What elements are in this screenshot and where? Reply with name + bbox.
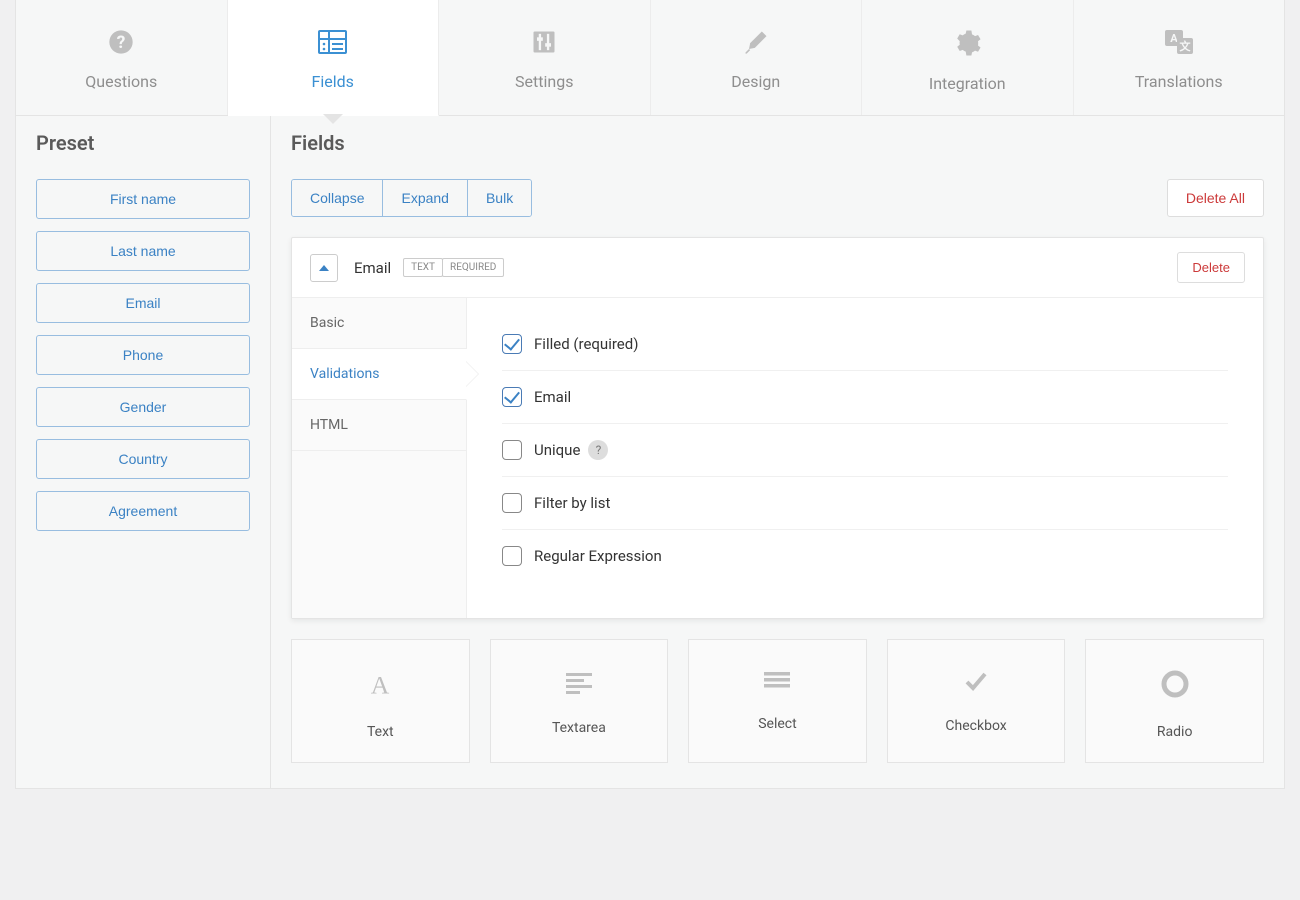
translate-icon: A文	[1163, 28, 1195, 60]
bulk-button[interactable]: Bulk	[468, 180, 531, 216]
checkbox-filled[interactable]	[502, 334, 522, 354]
select-icon	[762, 670, 792, 694]
tab-integration[interactable]: Integration	[862, 0, 1074, 115]
checkbox-filter[interactable]	[502, 493, 522, 513]
checkbox-icon	[963, 670, 989, 696]
preset-sidebar: Preset First name Last name Email Phone …	[16, 116, 271, 788]
gear-icon	[952, 28, 982, 62]
preset-gender[interactable]: Gender	[36, 387, 250, 427]
radio-icon	[1161, 670, 1189, 702]
tab-label: Design	[731, 72, 780, 91]
validation-regex: Regular Expression	[502, 530, 1228, 582]
preset-title: Preset	[36, 131, 250, 155]
field-card-email: Email TEXT REQUIRED Delete Basic Validat…	[291, 237, 1264, 619]
preset-agreement[interactable]: Agreement	[36, 491, 250, 531]
type-radio[interactable]: Radio	[1085, 639, 1264, 763]
help-icon[interactable]: ?	[588, 440, 608, 460]
tab-label: Translations	[1135, 72, 1223, 91]
tab-label: Integration	[929, 74, 1006, 93]
checkbox-email[interactable]	[502, 387, 522, 407]
content-title: Fields	[291, 131, 1264, 155]
field-type-badge: TEXT	[403, 258, 443, 277]
collapse-button[interactable]: Collapse	[292, 180, 383, 216]
tab-fields[interactable]: Fields	[228, 0, 440, 116]
subtab-html[interactable]: HTML	[292, 400, 466, 451]
tab-translations[interactable]: A文 Translations	[1074, 0, 1285, 115]
checkbox-unique[interactable]	[502, 440, 522, 460]
checkbox-regex[interactable]	[502, 546, 522, 566]
text-icon: A	[366, 670, 394, 702]
type-text[interactable]: A Text	[291, 639, 470, 763]
view-actions: Collapse Expand Bulk	[291, 179, 532, 217]
preset-country[interactable]: Country	[36, 439, 250, 479]
delete-all-button[interactable]: Delete All	[1167, 179, 1264, 217]
validations-panel: Filled (required) Email Unique ?	[467, 298, 1263, 618]
type-textarea[interactable]: Textarea	[490, 639, 669, 763]
tab-questions[interactable]: ? Questions	[16, 0, 228, 115]
question-icon: ?	[107, 28, 135, 60]
field-name: Email	[354, 259, 391, 277]
tab-label: Questions	[85, 72, 157, 91]
svg-text:文: 文	[1179, 39, 1191, 53]
type-checkbox[interactable]: Checkbox	[887, 639, 1066, 763]
expand-button[interactable]: Expand	[383, 180, 467, 216]
collapse-field-toggle[interactable]	[310, 254, 338, 282]
preset-phone[interactable]: Phone	[36, 335, 250, 375]
field-subtabs: Basic Validations HTML	[292, 298, 467, 618]
validation-filled: Filled (required)	[502, 318, 1228, 371]
textarea-icon	[564, 670, 594, 698]
sliders-icon	[530, 28, 558, 60]
field-header: Email TEXT REQUIRED Delete	[292, 238, 1263, 298]
svg-text:A: A	[371, 670, 390, 698]
form-fields-icon	[317, 28, 349, 60]
tab-label: Settings	[515, 72, 573, 91]
validation-unique: Unique ?	[502, 424, 1228, 477]
subtab-basic[interactable]: Basic	[292, 298, 466, 349]
fields-content: Fields Collapse Expand Bulk Delete All E…	[271, 116, 1284, 788]
tab-settings[interactable]: Settings	[439, 0, 651, 115]
preset-last-name[interactable]: Last name	[36, 231, 250, 271]
field-types-row: A Text Textarea Select	[291, 639, 1264, 763]
delete-field-button[interactable]: Delete	[1177, 252, 1245, 283]
validation-filter-by-list: Filter by list	[502, 477, 1228, 530]
field-required-badge: REQUIRED	[442, 258, 504, 277]
brush-icon	[742, 28, 770, 60]
preset-first-name[interactable]: First name	[36, 179, 250, 219]
type-select[interactable]: Select	[688, 639, 867, 763]
svg-text:?: ?	[117, 33, 126, 53]
tab-label: Fields	[312, 72, 354, 91]
tab-design[interactable]: Design	[651, 0, 863, 115]
validation-email: Email	[502, 371, 1228, 424]
main-tabs: ? Questions Fields Settings	[15, 0, 1285, 116]
caret-up-icon	[319, 265, 329, 271]
preset-email[interactable]: Email	[36, 283, 250, 323]
subtab-validations[interactable]: Validations	[292, 349, 467, 400]
